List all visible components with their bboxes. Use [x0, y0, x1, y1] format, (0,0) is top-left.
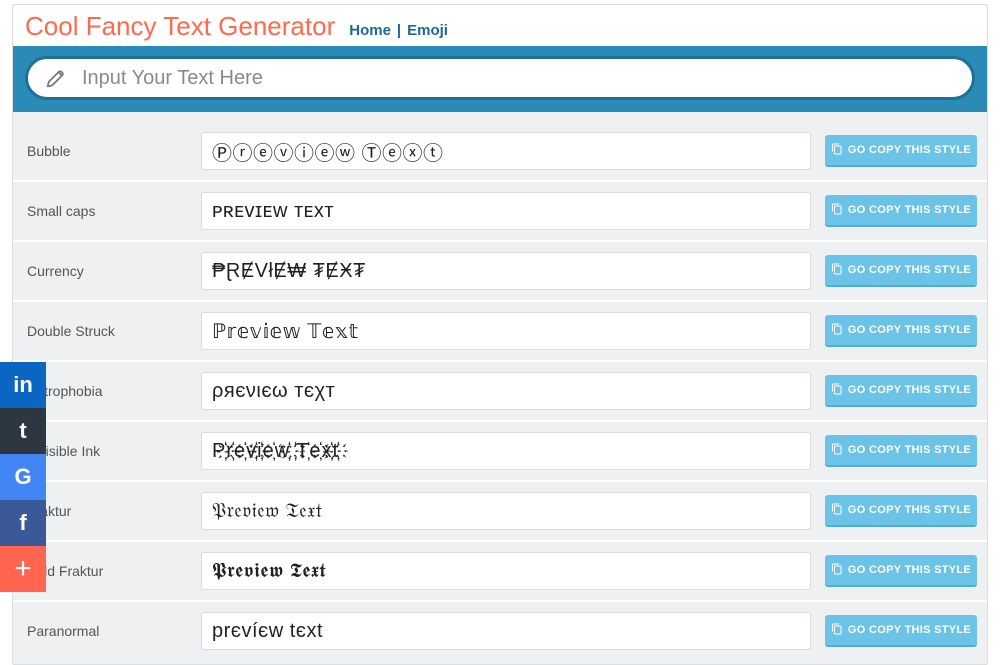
share-more-button[interactable]: +: [0, 546, 46, 592]
style-row: Currency ₱ⱤɆVłɆ₩ ₮ɆӾ₮ GO COPY THIS STYLE: [13, 240, 987, 300]
copy-style-button[interactable]: GO COPY THIS STYLE: [825, 435, 977, 467]
copy-style-button[interactable]: GO COPY THIS STYLE: [825, 195, 977, 227]
style-preview[interactable]: ℙ𝕣𝕖𝕧𝕚𝕖𝕨 𝕋𝕖𝕩𝕥: [201, 312, 811, 350]
copy-style-button[interactable]: GO COPY THIS STYLE: [825, 615, 977, 647]
style-preview[interactable]: ρяєνιєω тєχт: [201, 372, 811, 410]
nav-emoji[interactable]: Emoji: [407, 22, 448, 39]
nav-home[interactable]: Home: [349, 22, 391, 39]
style-name-label: Double Struck: [27, 323, 187, 339]
copy-button-label: GO COPY THIS STYLE: [848, 204, 971, 216]
copy-icon: [831, 143, 843, 158]
style-name-label: Paranormal: [27, 623, 187, 639]
style-name-label: Invisible Ink: [27, 443, 187, 459]
copy-style-button[interactable]: GO COPY THIS STYLE: [825, 135, 977, 167]
copy-style-button[interactable]: GO COPY THIS STYLE: [825, 255, 977, 287]
pencil-icon: [46, 67, 68, 89]
style-preview[interactable]: Ⓟⓡⓔⓥⓘⓔⓦ Ⓣⓔⓧⓣ: [201, 132, 811, 170]
social-share-bar: in t G f +: [0, 362, 46, 592]
app-frame: Cool Fancy Text Generator Home | Emoji B…: [12, 4, 988, 665]
input-bar: [13, 46, 987, 112]
style-row: Antrophobia ρяєνιєω тєχт GO COPY THIS STYL…: [13, 360, 987, 420]
copy-style-button[interactable]: GO COPY THIS STYLE: [825, 495, 977, 527]
copy-icon: [831, 263, 843, 278]
style-preview[interactable]: P҉r҉e҉v҉i҉e҉w҉ ҉T҉e҉x҉t҉: [201, 432, 811, 470]
share-tumblr-button[interactable]: t: [0, 408, 46, 454]
style-row: Double Struck ℙ𝕣𝕖𝕧𝕚𝕖𝕨 𝕋𝕖𝕩𝕥 GO COPY THIS ST…: [13, 300, 987, 360]
copy-icon: [831, 383, 843, 398]
style-name-label: Bubble: [27, 143, 187, 159]
style-name-label: Antrophobia: [27, 383, 187, 399]
copy-style-button[interactable]: GO COPY THIS STYLE: [825, 315, 977, 347]
copy-button-label: GO COPY THIS STYLE: [848, 264, 971, 276]
header: Cool Fancy Text Generator Home | Emoji: [13, 5, 987, 46]
style-row: Fraktur 𝔓𝔯𝔢𝔳𝔦𝔢𝔴 𝔗𝔢𝔵𝔱 GO COPY THIS STYLE: [13, 480, 987, 540]
copy-button-label: GO COPY THIS STYLE: [848, 624, 971, 636]
copy-icon: [831, 443, 843, 458]
share-linkedin-button[interactable]: in: [0, 362, 46, 408]
style-name-label: Bold Fraktur: [27, 563, 187, 579]
copy-button-label: GO COPY THIS STYLE: [848, 504, 971, 516]
style-preview[interactable]: prєvíєw tєхt: [201, 612, 811, 650]
style-row: Paranormal prєvíєw tєхt GO COPY THIS STYLE: [13, 600, 987, 660]
style-name-label: Currency: [27, 263, 187, 279]
style-preview[interactable]: ₱ⱤɆVłɆ₩ ₮ɆӾ₮: [201, 252, 811, 290]
nav-separator: |: [397, 22, 401, 39]
style-list: BubbleⓅⓡⓔⓥⓘⓔⓦ ⓉⓔⓧⓣGO COPY THIS STYLESmal…: [13, 112, 987, 664]
copy-style-button[interactable]: GO COPY THIS STYLE: [825, 375, 977, 407]
style-name-label: Fraktur: [27, 503, 187, 519]
copy-button-label: GO COPY THIS STYLE: [848, 564, 971, 576]
style-row: Invisible Ink P҉r҉e҉v҉i҉e҉w҉ ҉T҉e҉x҉t҉ GO …: [13, 420, 987, 480]
copy-icon: [831, 203, 843, 218]
style-name-label: Small caps: [27, 203, 187, 219]
copy-icon: [831, 623, 843, 638]
copy-button-label: GO COPY THIS STYLE: [848, 324, 971, 336]
copy-icon: [831, 503, 843, 518]
style-preview[interactable]: ᴘʀᴇᴠɪᴇᴡ ᴛᴇxᴛ: [201, 192, 811, 230]
style-preview[interactable]: 𝕻𝖗𝖊𝖛𝖎𝖊𝖜 𝕿𝖊𝖝𝖙: [201, 552, 811, 590]
top-nav: Home | Emoji: [349, 22, 448, 39]
brand-title: Cool Fancy Text Generator: [25, 11, 335, 42]
copy-icon: [831, 323, 843, 338]
main-text-input[interactable]: [82, 67, 954, 90]
copy-style-button[interactable]: GO COPY THIS STYLE: [825, 555, 977, 587]
copy-button-label: GO COPY THIS STYLE: [848, 444, 971, 456]
style-row: Bubble Ⓟⓡⓔⓥⓘⓔⓦ Ⓣⓔⓧⓣ GO COPY THIS STYLE: [13, 112, 987, 180]
share-google-button[interactable]: G: [0, 454, 46, 500]
input-wrap[interactable]: [25, 56, 975, 100]
copy-icon: [831, 563, 843, 578]
copy-button-label: GO COPY THIS STYLE: [848, 384, 971, 396]
share-facebook-button[interactable]: f: [0, 500, 46, 546]
style-preview[interactable]: 𝔓𝔯𝔢𝔳𝔦𝔢𝔴 𝔗𝔢𝔵𝔱: [201, 492, 811, 530]
style-row: Small caps ᴘʀᴇᴠɪᴇᴡ ᴛᴇxᴛ GO COPY THIS STYLE: [13, 180, 987, 240]
copy-button-label: GO COPY THIS STYLE: [848, 144, 971, 156]
style-row: Bold Fraktur 𝕻𝖗𝖊𝖛𝖎𝖊𝖜 𝕿𝖊𝖝𝖙 GO COPY THIS STY…: [13, 540, 987, 600]
